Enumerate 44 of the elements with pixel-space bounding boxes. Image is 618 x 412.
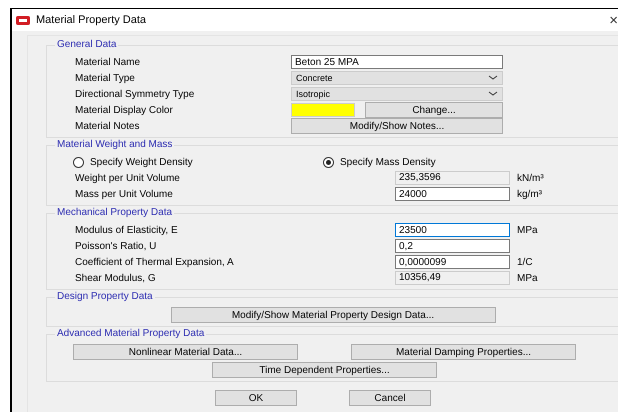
field-label: Material Display Color: [75, 104, 174, 116]
advanced-button[interactable]: Nonlinear Material Data...: [73, 344, 298, 360]
unit-label: kg/m³: [517, 188, 543, 200]
input-field: 10356,49: [395, 271, 510, 285]
group-title: Mechanical Property Data: [55, 207, 174, 218]
field-label: Weight per Unit Volume: [75, 172, 181, 184]
field-label: Poisson's Ratio, U: [75, 240, 158, 252]
field-label: Material Type: [75, 72, 136, 84]
field-label: Directional Symmetry Type: [75, 88, 196, 100]
field-label: Material Notes: [75, 120, 140, 132]
design-data-button[interactable]: Modify/Show Material Property Design Data...: [170, 307, 496, 323]
unit-label: MPa: [517, 272, 539, 284]
field-label: Material Name: [75, 56, 142, 68]
text-field[interactable]: Beton 25 MPA: [291, 55, 503, 69]
dropdown[interactable]: Isotropic: [291, 87, 503, 101]
window-title: Material Property Data: [36, 14, 148, 26]
radio-button[interactable]: [323, 156, 334, 168]
notes-button[interactable]: Modify/Show Notes...: [291, 118, 503, 134]
group-title: Material Weight and Mass: [55, 139, 174, 150]
group-title: Design Property Data: [55, 291, 155, 302]
advanced-button[interactable]: Time Dependent Properties...: [212, 362, 437, 378]
dropdown[interactable]: Concrete: [291, 71, 503, 85]
field-label: Mass per Unit Volume: [75, 188, 174, 200]
unit-label: 1/C: [517, 256, 534, 268]
unit-label: MPa: [517, 224, 539, 236]
field-label: Modulus of Elasticity, E: [75, 224, 179, 236]
input-field[interactable]: 0,0000099: [395, 255, 510, 269]
unit-label: kN/m³: [517, 172, 545, 184]
field-label: Shear Modulus, G: [75, 272, 157, 284]
app-logo-icon: [16, 16, 30, 24]
input-field: 235,3596: [395, 171, 510, 185]
radio-button[interactable]: [73, 156, 84, 168]
input-field[interactable]: 23500: [395, 223, 510, 237]
dialog-button[interactable]: OK: [215, 390, 297, 406]
input-field[interactable]: 24000: [395, 187, 510, 201]
group-title: Advanced Material Property Data: [55, 328, 206, 339]
radio-label[interactable]: Specify Mass Density: [340, 156, 436, 168]
input-field[interactable]: 0,2: [395, 239, 510, 253]
field-label: Coefficient of Thermal Expansion, A: [75, 256, 235, 268]
advanced-button[interactable]: Material Damping Properties...: [351, 344, 576, 360]
radio-label[interactable]: Specify Weight Density: [90, 156, 193, 168]
dialog-button[interactable]: Cancel: [349, 390, 431, 406]
change-button[interactable]: Change...: [365, 102, 503, 118]
group-title: General Data: [55, 39, 118, 50]
